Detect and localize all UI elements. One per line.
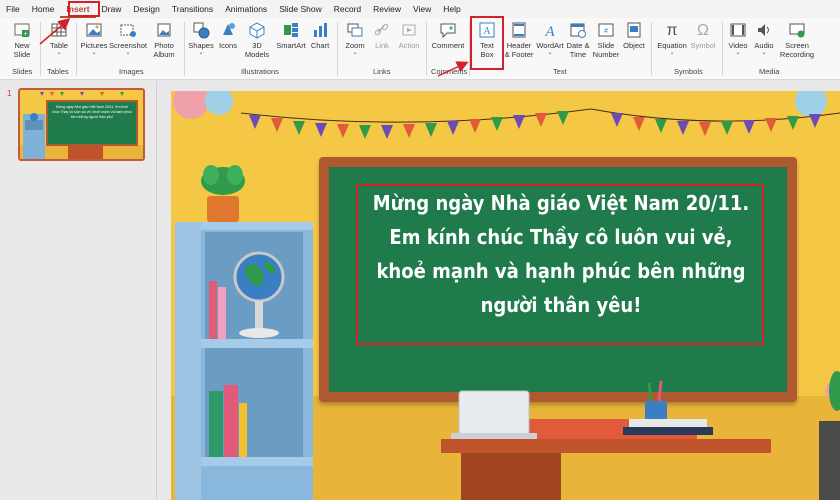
book (224, 385, 238, 457)
arrow-to-text-box (437, 61, 469, 77)
slide-thumbnail-panel: 1 Mừng ngày Nhà giáo Việt Nam 20/11. Em … (0, 81, 157, 500)
text-box-selection-highlight (356, 184, 764, 345)
book (209, 391, 223, 457)
desk-drawer (461, 453, 561, 500)
slide-number: 1 (7, 89, 12, 98)
thumbnail-preview (20, 90, 143, 159)
book (218, 287, 226, 339)
book-stack (623, 427, 713, 435)
plant-pot (207, 196, 239, 222)
thumbnail-text: Mừng ngày Nhà giáo Việt Nam 20/11. Em kí… (52, 105, 132, 119)
arrow-to-insert (39, 18, 71, 45)
laptop (458, 390, 530, 436)
slide-canvas[interactable]: Mừng ngày Nhà giáo Việt Nam 20/11. Em kí… (171, 91, 840, 500)
book (209, 281, 217, 339)
desk-top (441, 439, 771, 453)
slide-thumbnail[interactable]: Mừng ngày Nhà giáo Việt Nam 20/11. Em kí… (18, 88, 145, 161)
book (239, 403, 247, 457)
